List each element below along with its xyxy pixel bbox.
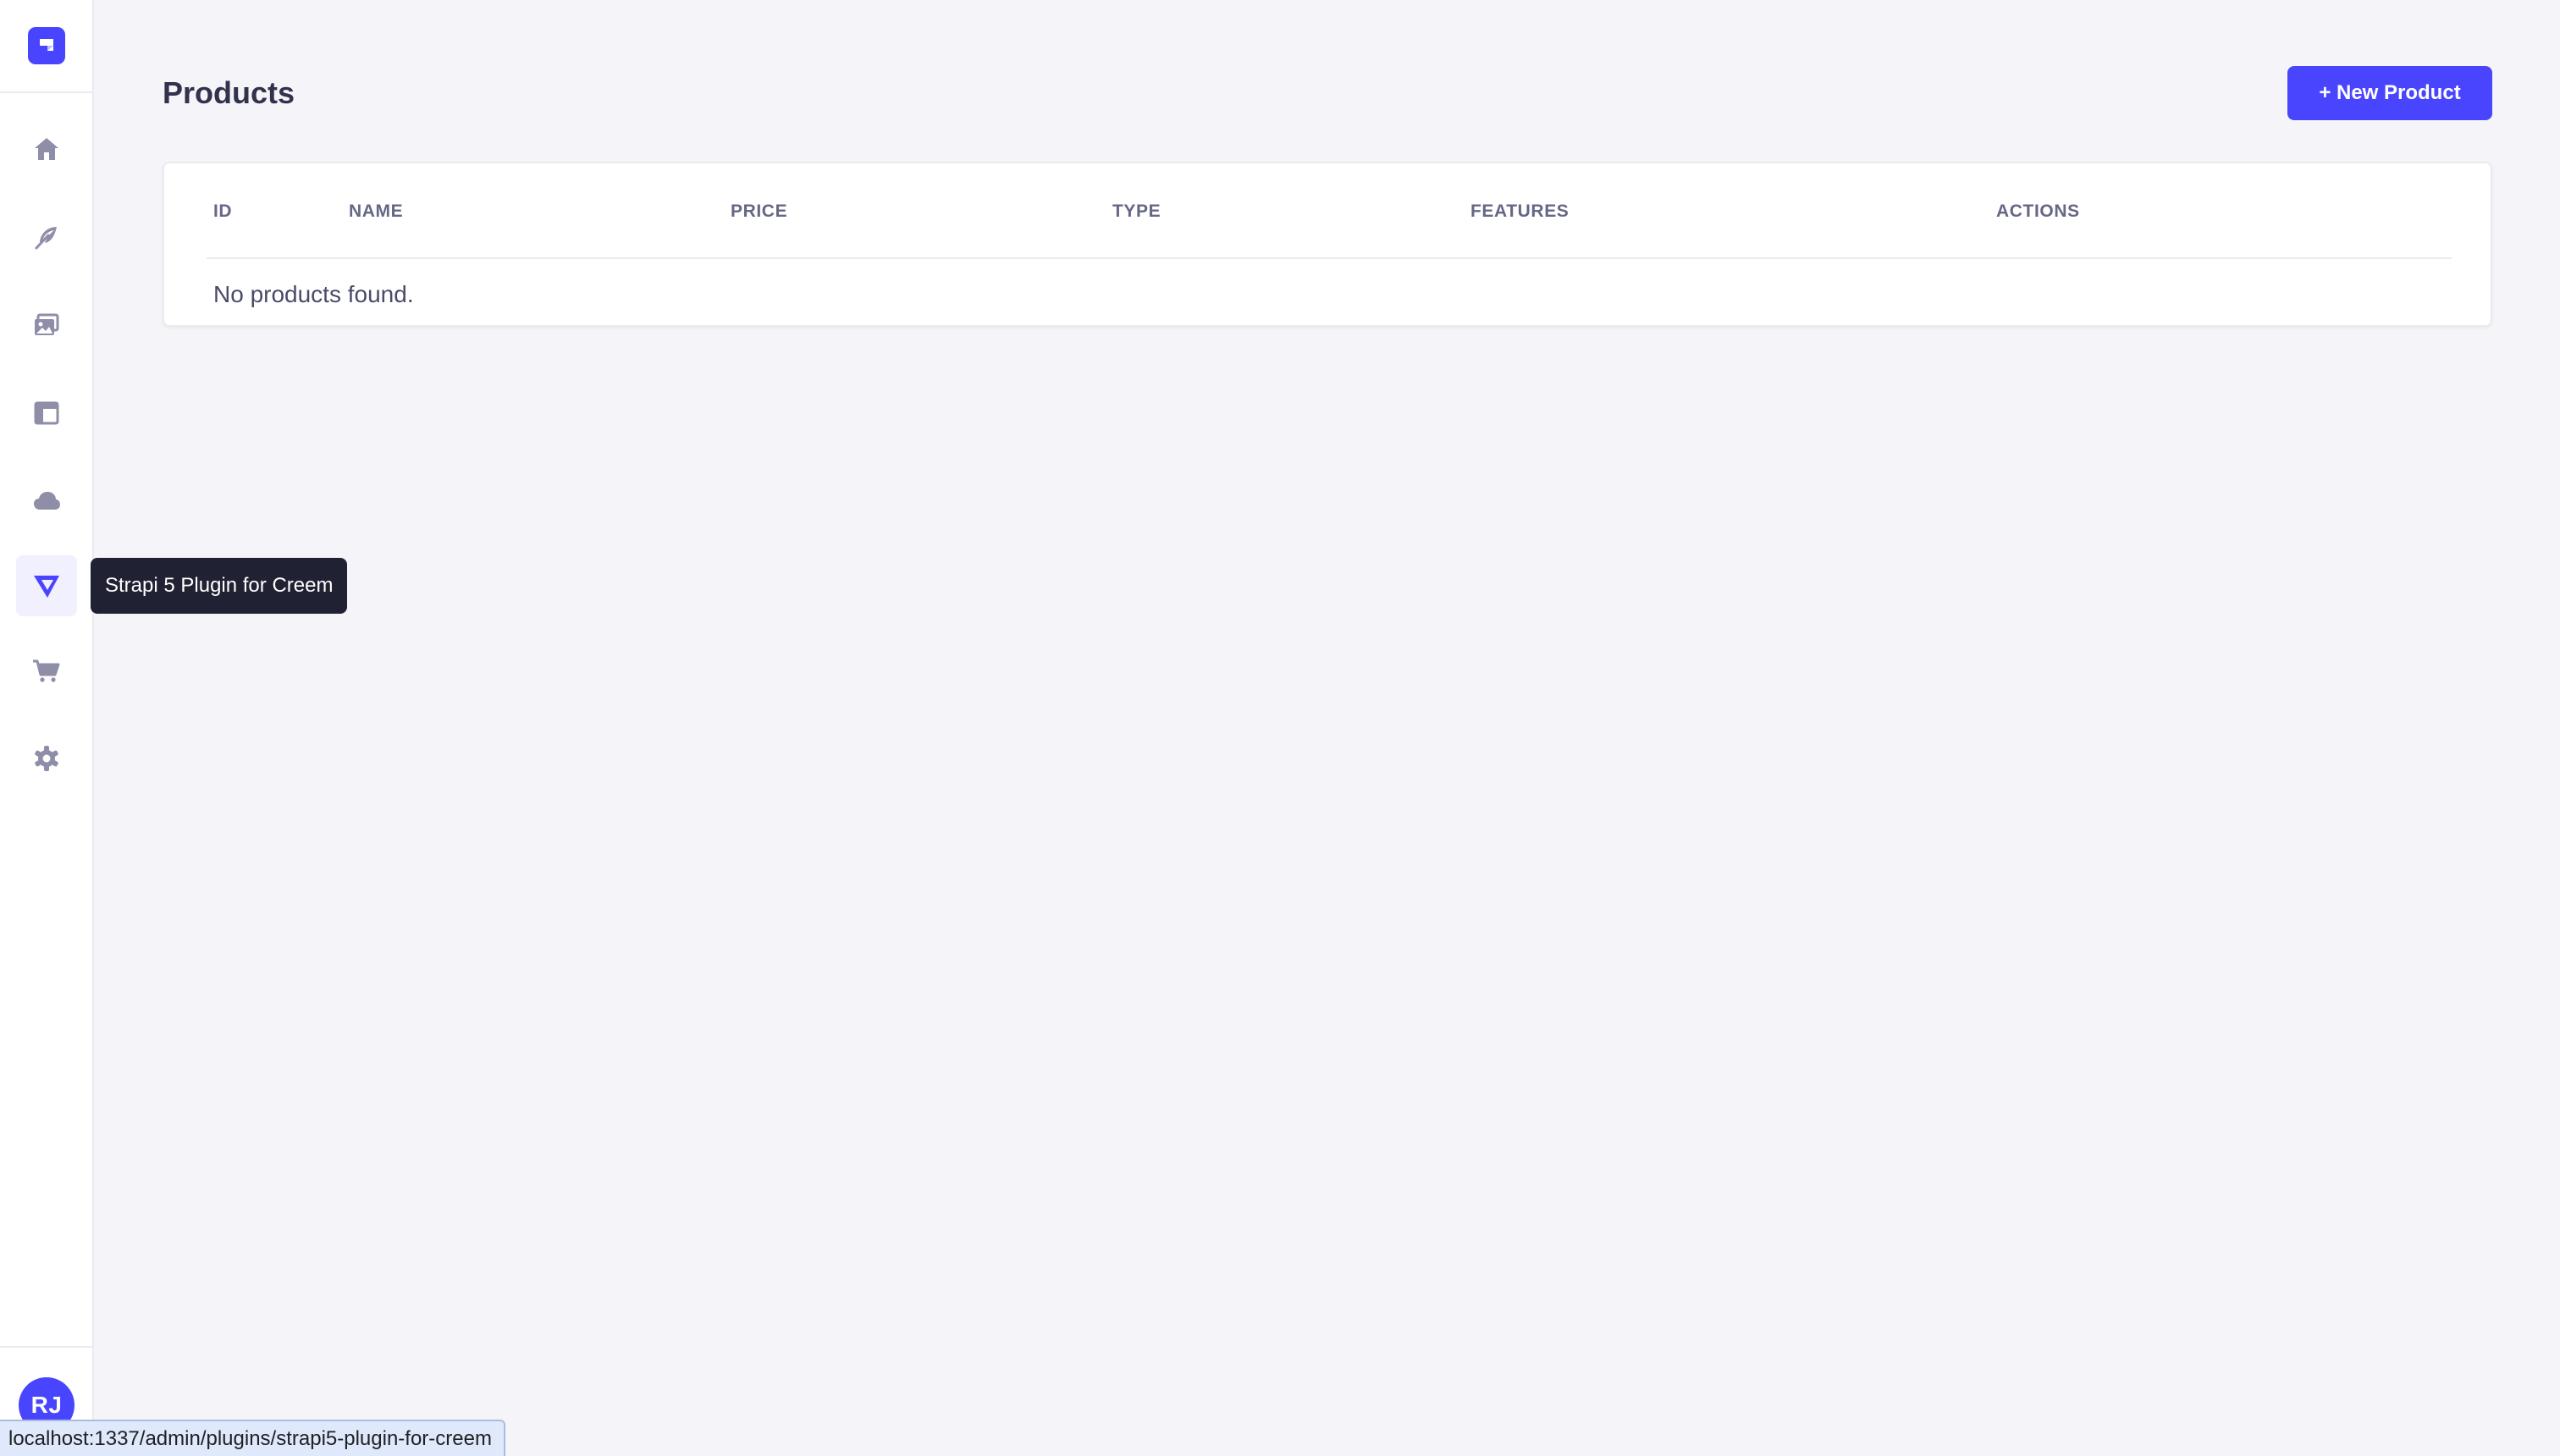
images-icon: [35, 313, 59, 335]
sidebar-item-marketplace[interactable]: [16, 640, 77, 701]
creem-logo-icon: [34, 576, 59, 598]
nav-tooltip: Strapi 5 Plugin for Creem: [91, 558, 348, 614]
sidebar-item-content-manager[interactable]: [16, 207, 77, 267]
page-title: Products: [163, 75, 295, 110]
brand: [0, 0, 92, 93]
strapi-logo-icon[interactable]: [27, 27, 65, 64]
link-preview-statusbar: localhost:1337/admin/plugins/strapi5-plu…: [0, 1420, 505, 1456]
column-header-name: NAME: [349, 201, 404, 221]
column-header-features: FEATURES: [1470, 201, 1570, 221]
products-table: ID NAME PRICE TYPE FEATURES ACTIONS No p…: [163, 162, 2492, 327]
column-header-type: TYPE: [1112, 201, 1161, 221]
column-header-price: PRICE: [731, 201, 788, 221]
sidebar-item-media-library[interactable]: [16, 295, 77, 356]
app-window: RJ Strapi 5 Plugin for Creem Products + …: [0, 0, 2560, 1456]
sidebar-item-home[interactable]: [16, 119, 77, 179]
cloud-icon: [34, 492, 60, 510]
sidebar-item-settings[interactable]: [16, 728, 77, 789]
column-header-actions: ACTIONS: [1996, 201, 2080, 221]
sidebar-item-content-type-builder[interactable]: [16, 383, 77, 444]
sidebar-item-deploy[interactable]: [16, 471, 77, 532]
layout-icon: [34, 401, 59, 425]
home-icon: [35, 138, 58, 160]
empty-state-message: No products found.: [213, 281, 414, 307]
column-header-id: ID: [213, 201, 233, 221]
cart-icon: [33, 659, 60, 682]
main-sidebar: RJ: [0, 0, 94, 1456]
gear-icon: [35, 746, 58, 771]
feather-icon: [35, 227, 57, 250]
sidebar-item-creem-plugin[interactable]: [16, 555, 77, 616]
table-header-row: ID NAME PRICE TYPE FEATURES ACTIONS: [207, 163, 2452, 259]
new-product-button[interactable]: + New Product: [2287, 66, 2492, 120]
